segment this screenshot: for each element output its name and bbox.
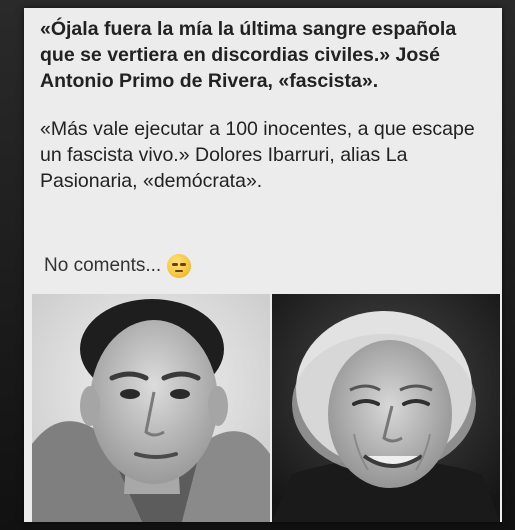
photo-man-portrait bbox=[32, 294, 270, 522]
photo-woman-portrait bbox=[272, 294, 500, 522]
post-body: «Ójala fuera la mía la última sangre esp… bbox=[40, 16, 496, 194]
comment-line: No coments... bbox=[44, 254, 192, 278]
post-card: «Ójala fuera la mía la última sangre esp… bbox=[24, 8, 502, 522]
screen-frame: «Ójala fuera la mía la última sangre esp… bbox=[0, 0, 515, 530]
quote-primo-de-rivera: «Ójala fuera la mía la última sangre esp… bbox=[40, 18, 457, 92]
comment-text: No coments... bbox=[44, 255, 162, 276]
rolling-eyes-emoji-icon bbox=[167, 254, 192, 278]
quote-pasionaria: «Más vale ejecutar a 100 inocentes, a qu… bbox=[40, 118, 475, 192]
